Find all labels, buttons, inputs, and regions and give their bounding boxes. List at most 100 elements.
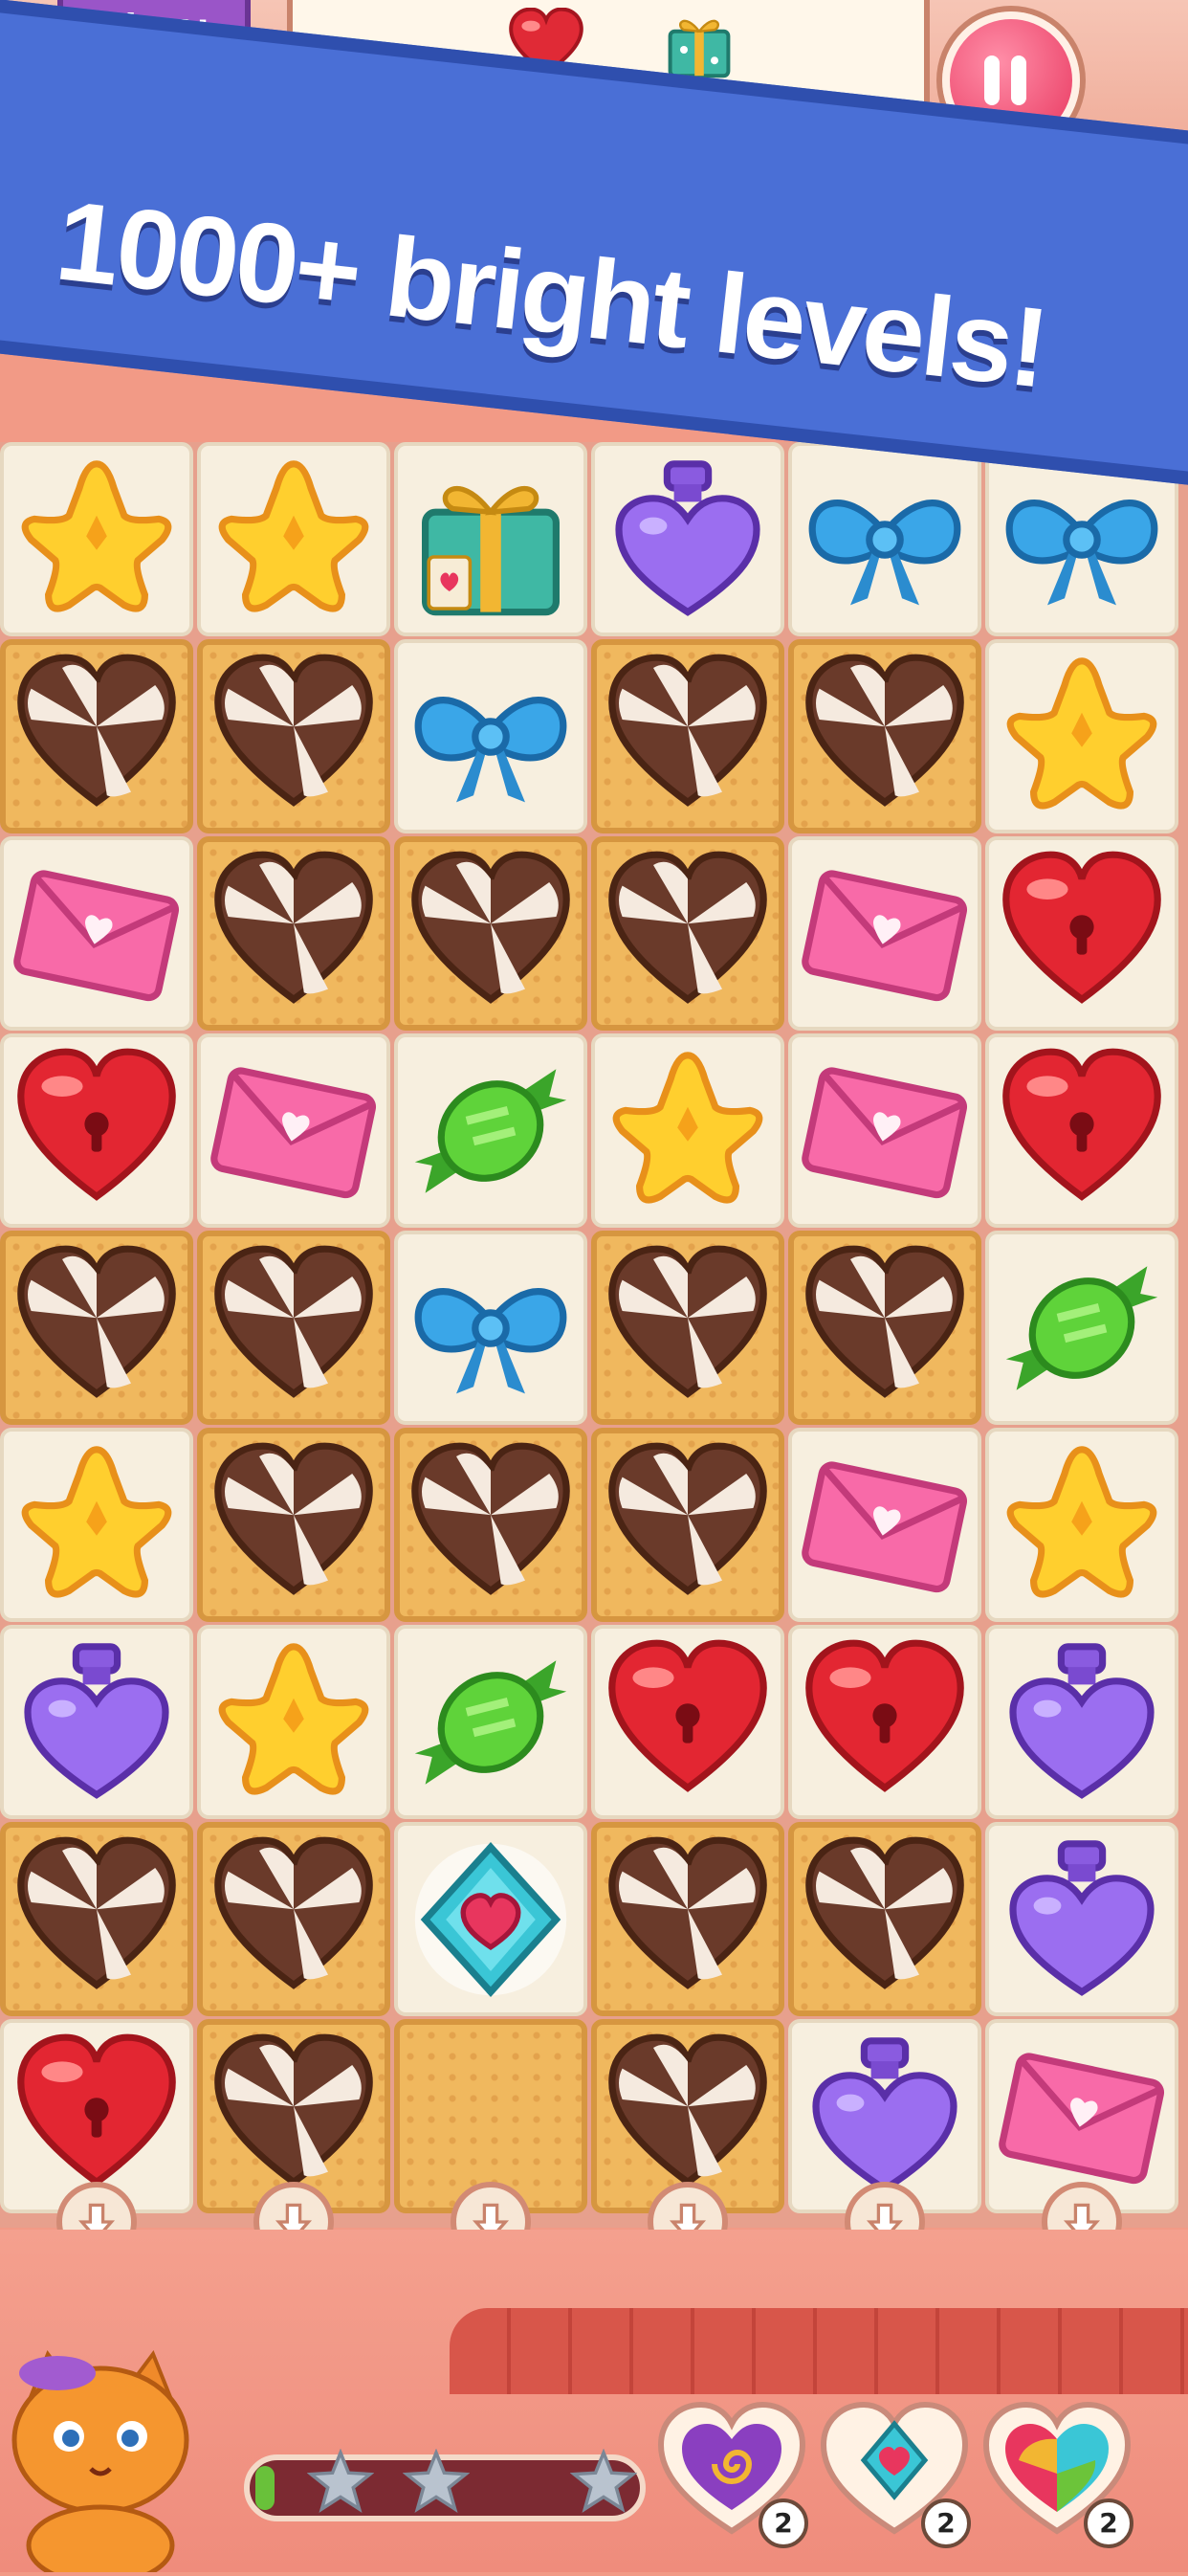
heart-piece-icon <box>805 1639 964 1792</box>
booster-swirl-heart[interactable]: 2 <box>655 2397 808 2548</box>
booster-gem-heart[interactable]: 2 <box>818 2397 971 2548</box>
board-cell-r3-c3[interactable] <box>394 836 587 1031</box>
board-cell-r2-c3[interactable] <box>394 639 587 833</box>
board-cell-r3-c1[interactable] <box>0 836 193 1031</box>
board-cell-r8-c3[interactable] <box>394 1822 587 2016</box>
board-cell-r6-c4[interactable] <box>591 1428 784 1622</box>
board-cell-r6-c6[interactable] <box>985 1428 1178 1622</box>
board-cell-r4-c3[interactable] <box>394 1033 587 1228</box>
board-cell-r2-c6[interactable] <box>985 639 1178 833</box>
board-cell-r1-c5[interactable] <box>788 442 981 636</box>
progress-star-3-icon <box>570 2449 637 2513</box>
choc-piece-icon <box>17 654 176 807</box>
board-cell-r7-c4[interactable] <box>591 1625 784 1819</box>
progress-star-2-icon <box>403 2449 470 2513</box>
gem-piece-icon <box>414 1841 567 1997</box>
envelope-piece-icon <box>210 1066 377 1198</box>
choc-piece-icon <box>608 654 767 807</box>
star-piece-icon <box>218 1642 369 1795</box>
envelope-piece-icon <box>802 869 968 1001</box>
board-cell-r4-c1[interactable] <box>0 1033 193 1228</box>
potion-piece-icon <box>812 2036 957 2193</box>
board-cell-r4-c4[interactable] <box>591 1033 784 1228</box>
choc-piece-icon <box>608 851 767 1004</box>
choc-piece-icon <box>17 1245 176 1398</box>
board-cell-r6-c5[interactable] <box>788 1428 981 1622</box>
board-cell-r3-c4[interactable] <box>591 836 784 1031</box>
progress-star-1-icon <box>307 2449 374 2513</box>
heart-piece-icon <box>608 1639 767 1792</box>
board-cell-r4-c5[interactable] <box>788 1033 981 1228</box>
choc-piece-icon <box>214 654 373 807</box>
board-cell-r5-c2[interactable] <box>197 1231 390 1425</box>
bow-piece-icon <box>414 1287 567 1393</box>
board-cell-r7-c1[interactable] <box>0 1625 193 1819</box>
potion-piece-icon <box>1009 1839 1155 1996</box>
heart-piece-icon <box>17 1048 176 1201</box>
score-progress-fill <box>255 2466 275 2510</box>
booster-rainbow-heart-count: 2 <box>1084 2498 1133 2548</box>
choc-piece-icon <box>805 1245 964 1398</box>
board-cell-r3-c2[interactable] <box>197 836 390 1031</box>
board-cell-r5-c1[interactable] <box>0 1231 193 1425</box>
board-cell-r7-c6[interactable] <box>985 1625 1178 1819</box>
envelope-piece-icon <box>802 1460 968 1592</box>
choc-piece-icon <box>411 1442 570 1595</box>
board-cell-r4-c2[interactable] <box>197 1033 390 1228</box>
booster-rainbow-heart[interactable]: 2 <box>980 2397 1133 2548</box>
board-cell-r3-c5[interactable] <box>788 836 981 1031</box>
envelope-piece-icon <box>999 2052 1165 2184</box>
envelope-piece-icon <box>13 869 180 1001</box>
choc-piece-icon <box>214 851 373 1004</box>
board-cell-r4-c6[interactable] <box>985 1033 1178 1228</box>
choc-piece-icon <box>214 2033 373 2187</box>
heart-piece-icon <box>1002 1048 1161 1201</box>
board-cell-r2-c5[interactable] <box>788 639 981 833</box>
choc-piece-icon <box>608 1245 767 1398</box>
board-cell-r8-c4[interactable] <box>591 1822 784 2016</box>
board-cell-r8-c1[interactable] <box>0 1822 193 2016</box>
potion-piece-icon <box>24 1642 169 1799</box>
candy-piece-icon <box>414 1659 567 1785</box>
board-cell-r3-c6[interactable] <box>985 836 1178 1031</box>
choc-piece-icon <box>608 2033 767 2187</box>
star-piece-icon <box>612 1051 763 1204</box>
board-cell-r6-c3[interactable] <box>394 1428 587 1622</box>
star-piece-icon <box>21 459 172 612</box>
board-cell-r6-c2[interactable] <box>197 1428 390 1622</box>
board-cell-r5-c5[interactable] <box>788 1231 981 1425</box>
envelope-piece-icon <box>802 1066 968 1198</box>
board-cell-r5-c6[interactable] <box>985 1231 1178 1425</box>
star-piece-icon <box>21 1445 172 1598</box>
heart-piece-icon <box>17 2033 176 2187</box>
board-cell-r7-c3[interactable] <box>394 1625 587 1819</box>
gift-box-icon <box>647 4 752 80</box>
bottom-bar: 2 2 2 <box>0 2230 1188 2576</box>
booster-swirl-heart-count: 2 <box>759 2498 808 2548</box>
board-cell-r7-c5[interactable] <box>788 1625 981 1819</box>
board-cell-r1-c4[interactable] <box>591 442 784 636</box>
choc-piece-icon <box>608 1442 767 1595</box>
cat-mascot <box>0 2344 201 2576</box>
potion-piece-icon <box>615 459 760 616</box>
board-cell-r2-c2[interactable] <box>197 639 390 833</box>
potion-piece-icon <box>1009 1642 1155 1799</box>
board-cell-r1-c3[interactable] <box>394 442 587 636</box>
board-cell-r8-c5[interactable] <box>788 1822 981 2016</box>
board-cell-r6-c1[interactable] <box>0 1428 193 1622</box>
board-cell-r5-c4[interactable] <box>591 1231 784 1425</box>
board-cell-r8-c6[interactable] <box>985 1822 1178 2016</box>
gift-piece-icon <box>422 485 560 615</box>
board-cell-r2-c4[interactable] <box>591 639 784 833</box>
heart-piece-icon <box>1002 851 1161 1004</box>
board-cell-r7-c2[interactable] <box>197 1625 390 1819</box>
choc-piece-icon <box>214 1245 373 1398</box>
board-cell-r8-c2[interactable] <box>197 1822 390 2016</box>
booster-gem-heart-count: 2 <box>921 2498 971 2548</box>
board-cell-r5-c3[interactable] <box>394 1231 587 1425</box>
board-cell-r1-c1[interactable] <box>0 442 193 636</box>
game-board <box>0 442 1188 2228</box>
choc-piece-icon <box>805 1836 964 1989</box>
board-cell-r1-c2[interactable] <box>197 442 390 636</box>
board-cell-r2-c1[interactable] <box>0 639 193 833</box>
